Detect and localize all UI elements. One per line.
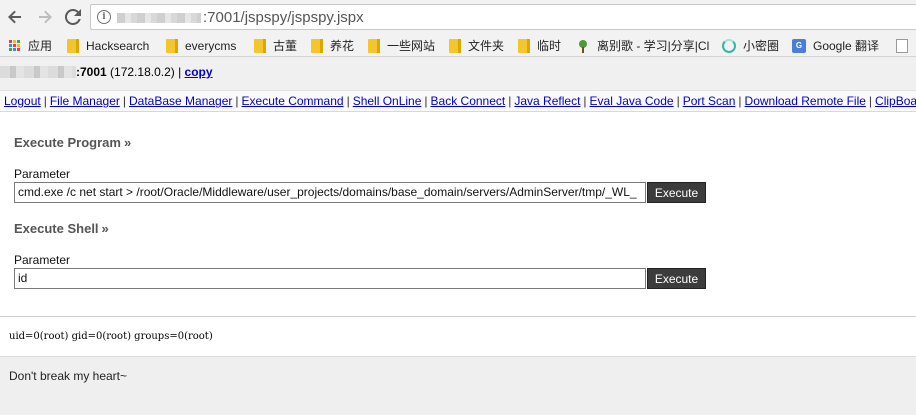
bookmark-label: 古董 [273, 39, 298, 53]
raquo-glyph: » [101, 221, 109, 236]
google-translate-icon: G [792, 38, 806, 53]
bookmarks-bar: 应用 Hacksearch everycms 古董 养花 一些网站 文件夹 临时… [0, 34, 916, 57]
ring-favicon-icon [722, 38, 736, 53]
menu-separator: | [508, 94, 512, 108]
menu-link-database-manager[interactable]: DataBase Manager [129, 94, 232, 108]
copy-link[interactable]: copy [185, 65, 213, 79]
execute-program-title: Execute Program» [14, 135, 131, 150]
menu-link-clipboard[interactable]: ClipBoard [875, 94, 916, 108]
url-host-redacted [117, 13, 201, 23]
menu-link-java-reflect[interactable]: Java Reflect [514, 94, 580, 108]
execute-shell-button[interactable]: Execute [647, 268, 706, 289]
menu-link-port-scan[interactable]: Port Scan [683, 94, 736, 108]
menu-separator: | [235, 94, 239, 108]
folder-icon [449, 38, 461, 53]
menu-separator: | [676, 94, 680, 108]
menu-separator: | [868, 94, 873, 108]
bookmark-label: 离别歌 - 学习|分享|Cl [597, 39, 710, 53]
program-parameter-label: Parameter [14, 167, 71, 181]
bookmark-label: 养花 [330, 39, 355, 53]
bookmark-label: 文件夹 [468, 39, 505, 53]
section-title-text: Execute Program [14, 135, 121, 150]
bookmark-hacksearch[interactable]: Hacksearch [67, 37, 149, 54]
folder-icon [166, 38, 178, 53]
bookmark-libiege[interactable]: 离别歌 - 学习|分享|Cl [576, 37, 709, 54]
address-bar[interactable]: i :7001/jspspy/jspspy.jspx [90, 4, 916, 30]
shell-parameter-input[interactable]: id [14, 268, 646, 289]
host-port: :7001 [76, 65, 107, 79]
menu-separator: | [122, 94, 126, 108]
url-text: :7001/jspspy/jspspy.jspx [203, 9, 364, 26]
footer-text: Don't break my heart~ [9, 369, 128, 383]
menu-separator: | [738, 94, 742, 108]
host-ip: (172.18.0.2) | [106, 65, 185, 79]
menu-separator: | [583, 94, 587, 108]
bookmark-yanghua[interactable]: 养花 [311, 37, 354, 54]
menu-link-back-connect[interactable]: Back Connect [431, 94, 506, 108]
bookmark-google-translate[interactable]: G Google 翻译 [792, 37, 879, 54]
page-icon [896, 38, 908, 53]
menu-link-logout[interactable]: Logout [4, 94, 41, 108]
command-output: uid=0(root) gid=0(root) groups=0(root) [9, 331, 213, 342]
folder-icon [368, 38, 380, 53]
section-title-text: Execute Shell [14, 221, 99, 236]
browser-toolbar: i :7001/jspspy/jspspy.jspx [0, 0, 916, 34]
menu-link-execute-command[interactable]: Execute Command [242, 94, 344, 108]
bookmark-label: everycms [185, 38, 237, 53]
execute-shell-title: Execute Shell» [14, 221, 109, 236]
program-parameter-input[interactable]: cmd.exe /c net start > /root/Oracle/Midd… [14, 182, 646, 203]
folder-icon [311, 38, 323, 53]
menu-link-eval-java-code[interactable]: Eval Java Code [590, 94, 674, 108]
site-info-icon[interactable]: i [97, 10, 111, 24]
bookmark-overflow[interactable] [896, 37, 915, 54]
bookmark-linshi[interactable]: 临时 [518, 37, 561, 54]
menu-link-shell-online[interactable]: Shell OnLine [353, 94, 422, 108]
menu-link-file-manager[interactable]: File Manager [50, 94, 120, 108]
apps-grid-icon [9, 39, 21, 52]
bookmark-label: 小密圈 [743, 39, 780, 53]
function-menu: Logout | File Manager | DataBase Manager | Exe… [0, 90, 916, 112]
raquo-glyph: » [123, 135, 132, 150]
shell-parameter-label: Parameter [14, 253, 71, 267]
execute-program-button[interactable]: Execute [647, 182, 706, 203]
bookmark-everycms[interactable]: everycms [166, 37, 236, 54]
footer [0, 356, 916, 415]
host-info: :7001 (172.18.0.2) | copy [76, 65, 213, 79]
bookmark-label: 应用 [28, 39, 53, 53]
tree-favicon-icon [576, 39, 590, 53]
folder-icon [254, 38, 266, 53]
back-arrow-icon[interactable] [4, 6, 26, 28]
folder-icon [67, 38, 79, 53]
menu-link-download-remote-file[interactable]: Download Remote File [745, 94, 866, 108]
folder-icon [518, 38, 530, 53]
bookmark-gudong[interactable]: 古董 [254, 37, 297, 54]
bookmark-label: 一些网站 [387, 39, 436, 53]
menu-separator: | [424, 94, 428, 108]
bookmark-label: Hacksearch [86, 38, 150, 53]
forward-arrow-icon[interactable] [34, 6, 56, 28]
menu-separator: | [43, 94, 47, 108]
bookmark-label: Google 翻译 [813, 39, 880, 53]
menu-items: Logout | File Manager | DataBase Manager | Exe… [4, 94, 916, 108]
bookmark-yixiewangzhan[interactable]: 一些网站 [368, 37, 435, 54]
menu-separator: | [346, 94, 350, 108]
bookmark-wenjianjia[interactable]: 文件夹 [449, 37, 504, 54]
bookmark-apps[interactable]: 应用 [9, 37, 52, 54]
bookmark-xiaomiquan[interactable]: 小密圈 [722, 37, 779, 54]
reload-icon[interactable] [62, 6, 84, 28]
bookmark-label: 临时 [537, 39, 562, 53]
host-redacted [0, 66, 76, 78]
